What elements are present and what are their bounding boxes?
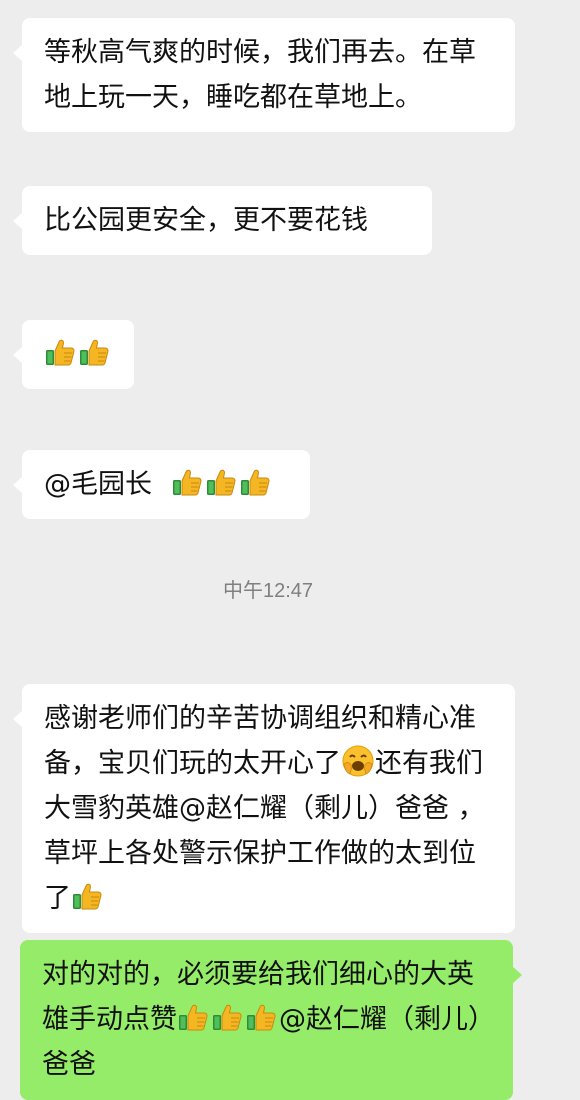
message-bubble[interactable]: 比公园更安全，更不要花钱: [13, 186, 432, 255]
message-bubble[interactable]: 感谢老师们的辛苦协调组织和精心准备，宝贝们玩的太开心了 还有我们大雪豹英雄@赵仁耀…: [13, 684, 515, 933]
mention-text[interactable]: @毛园长: [44, 469, 152, 500]
message-bubble[interactable]: [13, 320, 134, 389]
thumbs-up-icon: [245, 1001, 277, 1033]
chat-area: 等秋高气爽的时候，我们再去。在草地上玩一天，睡吃都在草地上。 比公园更安全，更不…: [0, 0, 580, 1100]
message-bubble[interactable]: 等秋高气爽的时候，我们再去。在草地上玩一天，睡吃都在草地上。: [13, 18, 515, 132]
emoji-row: [171, 462, 273, 507]
laughing-face-icon: [341, 744, 375, 778]
thumbs-up-icon: [239, 466, 271, 498]
emoji-row: [177, 997, 279, 1042]
thumbs-up-icon: [78, 336, 110, 368]
message-bubble-outgoing[interactable]: 对的对的，必须要给我们细心的大英雄手动点赞 @赵仁耀（剩儿）爸爸: [20, 940, 522, 1100]
timestamp: 中午12:47: [222, 580, 314, 602]
thumbs-up-icon: [205, 466, 237, 498]
message-text: 等秋高气爽的时候，我们再去。在草地上玩一天，睡吃都在草地上。: [44, 37, 476, 113]
emoji-row: [44, 332, 112, 377]
thumbs-up-icon: [44, 336, 76, 368]
thumbs-up-icon: [211, 1001, 243, 1033]
message-text: 比公园更安全，更不要花钱: [44, 205, 368, 236]
thumbs-up-icon: [71, 880, 103, 912]
message-bubble[interactable]: @毛园长: [13, 450, 310, 519]
thumbs-up-icon: [177, 1001, 209, 1033]
thumbs-up-icon: [171, 466, 203, 498]
